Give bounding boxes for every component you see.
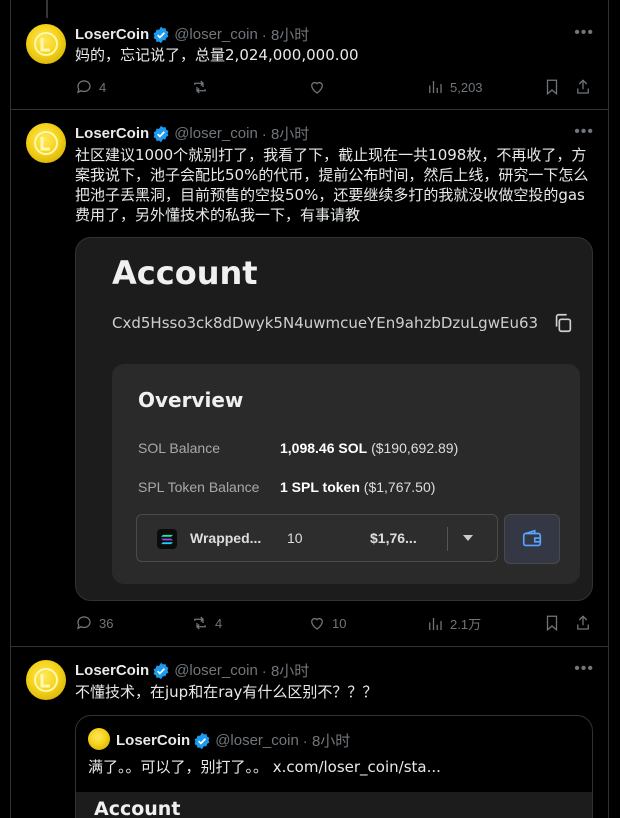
more-options-icon[interactable]: •••	[574, 24, 594, 42]
author-name[interactable]: LoserCoin	[75, 125, 149, 142]
reply-icon	[77, 616, 91, 630]
retweet-button[interactable]	[191, 78, 215, 96]
verified-badge-icon	[194, 732, 210, 749]
heart-icon	[311, 81, 323, 94]
token-value: $1,76...	[370, 530, 417, 546]
bookmark-icon	[546, 79, 558, 96]
bookmark-button[interactable]	[543, 78, 561, 96]
account-title: Account	[94, 798, 181, 818]
spl-balance-value: 1 SPL token ($1,767.50)	[280, 479, 436, 495]
action-bar: 36 4 10 2.1万	[75, 614, 595, 634]
verified-badge-icon	[153, 125, 169, 142]
timestamp: · 8小时	[302, 733, 351, 750]
sol-balance-label: SOL Balance	[138, 440, 220, 456]
verified-badge-icon	[153, 662, 169, 679]
coin-logo-icon	[34, 131, 58, 155]
token-dropdown: Wrapped... 10 $1,76...	[136, 514, 498, 562]
retweet-icon	[194, 616, 206, 630]
timestamp[interactable]: · 8小时	[262, 24, 310, 45]
overview-panel: Overview SOL Balance 1,098.46 SOL ($190,…	[112, 364, 580, 584]
chevron-down-icon	[463, 535, 473, 541]
like-button[interactable]	[308, 78, 332, 96]
avatar[interactable]	[88, 728, 110, 750]
retweet-icon	[194, 80, 206, 94]
quoted-tweet-text: 满了。。可以了，别打了。。 x.com/loser_coin/sta...	[88, 758, 441, 776]
retweet-button[interactable]: 4	[191, 614, 222, 632]
quoted-tweet-header: LoserCoin @loser_coin · 8小时	[116, 730, 350, 751]
token-amount: 10	[287, 530, 303, 546]
tweet-text: 不懂技术，在jup和在ray有什么区别不？？？	[75, 683, 378, 701]
more-options-icon[interactable]: •••	[574, 660, 594, 678]
action-bar: 4 5,203	[75, 78, 595, 98]
divider	[447, 527, 448, 551]
bookmark-button[interactable]	[543, 614, 561, 632]
spl-balance-label: SPL Token Balance	[138, 479, 260, 495]
reply-count: 36	[99, 615, 114, 631]
author-name[interactable]: LoserCoin	[75, 26, 149, 43]
tweet-header: LoserCoin @loser_coin · 8小时	[75, 660, 309, 681]
timeline: LoserCoin @loser_coin · 8小时 ••• 妈的，忘记说了，…	[10, 0, 609, 818]
avatar[interactable]	[26, 660, 66, 700]
wallet-icon	[522, 529, 542, 547]
author-handle[interactable]: @loser_coin	[174, 125, 258, 142]
coin-logo-icon	[34, 32, 58, 56]
author-name: LoserCoin	[116, 732, 191, 749]
token-name: Wrapped...	[190, 530, 262, 546]
heart-icon	[311, 617, 323, 630]
timestamp[interactable]: · 8小时	[262, 123, 310, 144]
solana-logo-icon	[157, 529, 177, 549]
tweet-text: 社区建议1000个就别打了，我看了下，截止现在一共1098枚，不再收了，方 案我…	[75, 146, 589, 224]
coin-logo-icon	[34, 668, 58, 692]
avatar[interactable]	[26, 123, 66, 163]
reply-count: 4	[99, 79, 107, 95]
author-handle[interactable]: @loser_coin	[174, 662, 258, 679]
tweet-header: LoserCoin @loser_coin · 8小时	[75, 123, 309, 144]
author-name[interactable]: LoserCoin	[75, 662, 149, 679]
views-button[interactable]: 5,203	[426, 78, 483, 96]
quoted-attached-image[interactable]: Account	[76, 792, 592, 818]
more-options-icon[interactable]: •••	[574, 123, 594, 141]
views-chart-icon	[429, 81, 442, 93]
tweet-text: 妈的，忘记说了，总量2,024,000,000.00	[75, 46, 359, 64]
like-button[interactable]: 10	[308, 614, 346, 632]
views-button[interactable]: 2.1万	[426, 614, 481, 633]
quoted-tweet[interactable]: LoserCoin @loser_coin · 8小时 满了。。可以了，别打了。…	[75, 715, 593, 818]
sol-balance-value: 1,098.46 SOL ($190,692.89)	[280, 440, 459, 456]
reply-icon	[77, 80, 91, 94]
reply-button[interactable]: 4	[75, 78, 106, 96]
copy-icon	[555, 313, 572, 333]
tweet-header: LoserCoin @loser_coin · 8小时	[75, 24, 309, 45]
share-button[interactable]	[574, 614, 592, 632]
bookmark-icon	[546, 615, 558, 632]
author-handle[interactable]: @loser_coin	[174, 26, 258, 43]
share-icon	[577, 79, 589, 94]
views-chart-icon	[429, 617, 442, 630]
timestamp[interactable]: · 8小时	[262, 660, 310, 681]
verified-badge-icon	[153, 26, 169, 43]
reply-button[interactable]: 36	[75, 614, 113, 632]
overview-title: Overview	[138, 388, 244, 412]
attached-image[interactable]: Account Cxd5Hsso3ck8dDwyk5N4uwmcueYEn9ah…	[75, 237, 593, 601]
account-address: Cxd5Hsso3ck8dDwyk5N4uwmcueYEn9ahzbDzuLgw…	[112, 314, 539, 332]
share-icon	[577, 615, 589, 630]
view-count: 2.1万	[450, 617, 482, 632]
author-handle: @loser_coin	[215, 732, 299, 749]
share-button[interactable]	[574, 78, 592, 96]
account-title: Account	[112, 254, 258, 292]
tweet[interactable]: LoserCoin @loser_coin · 8小时 ••• 不懂技术，在ju…	[11, 647, 608, 818]
tweet[interactable]: LoserCoin @loser_coin · 8小时 ••• 妈的，忘记说了，…	[11, 0, 608, 110]
wallet-button	[504, 514, 560, 564]
retweet-count: 4	[215, 615, 223, 631]
avatar[interactable]	[26, 24, 66, 64]
view-count: 5,203	[450, 79, 483, 95]
tweet[interactable]: LoserCoin @loser_coin · 8小时 ••• 社区建议1000…	[11, 110, 608, 647]
like-count: 10	[332, 615, 347, 631]
